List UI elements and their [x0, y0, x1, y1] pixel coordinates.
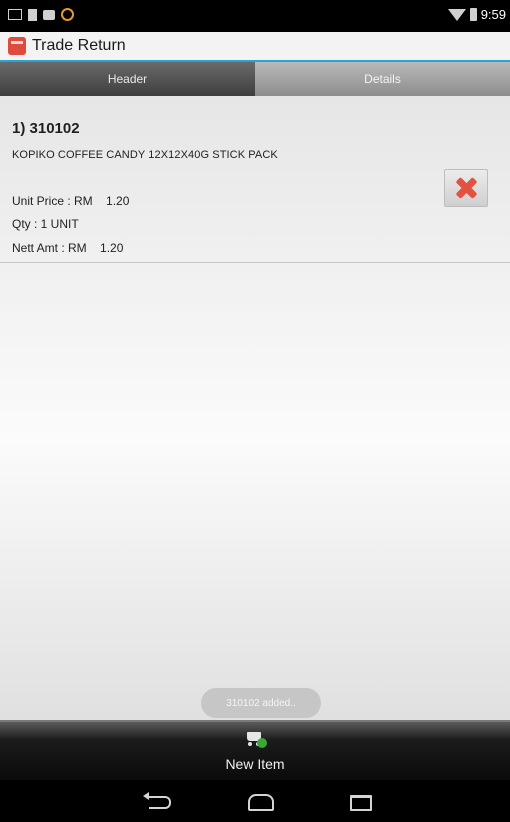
screenshot-icon [8, 9, 22, 20]
tab-header[interactable]: Header [0, 62, 255, 96]
bottom-action-bar: New Item [0, 720, 510, 782]
status-bar: 9:59 [0, 0, 510, 32]
app-icon [8, 37, 26, 55]
wifi-icon [447, 8, 466, 21]
system-icons: 9:59 [447, 7, 506, 22]
item-unit-price: Unit Price : RM 1.20 [12, 194, 130, 208]
list-item[interactable]: 1) 310102 KOPIKO COFFEE CANDY 12X12X40G … [0, 96, 510, 263]
home-icon [248, 794, 274, 811]
item-title: 1) 310102 [12, 120, 80, 137]
tab-details-label: Details [364, 72, 401, 86]
notification-icons [8, 8, 74, 21]
app-bar: Trade Return [0, 32, 510, 62]
tab-header-label: Header [107, 72, 148, 86]
tab-details[interactable]: Details [255, 62, 510, 96]
new-item-label: New Item [225, 756, 285, 772]
delete-item-button[interactable] [444, 169, 488, 207]
navigation-bar [0, 780, 510, 822]
item-qty: Qty : 1 UNIT [12, 217, 79, 231]
delete-x-icon [455, 177, 477, 199]
details-list: 1) 310102 KOPIKO COFFEE CANDY 12X12X40G … [0, 96, 510, 720]
app-title: Trade Return [32, 37, 126, 54]
coin-icon [61, 8, 74, 21]
status-time: 9:59 [480, 7, 506, 22]
toast-message: 310102 added.. [201, 688, 321, 718]
photo-icon [43, 9, 55, 20]
tab-bar: Header Details [0, 62, 510, 96]
back-icon [143, 792, 171, 809]
battery-icon [469, 8, 477, 21]
item-description: KOPIKO COFFEE CANDY 12X12X40G STICK PACK [12, 149, 278, 161]
item-nett-amt: Nett Amt : RM 1.20 [12, 241, 124, 255]
back-button[interactable] [143, 791, 175, 811]
home-button[interactable] [245, 791, 275, 811]
new-item-button[interactable]: New Item [205, 726, 305, 780]
add-cart-icon [245, 730, 267, 750]
toast-text: 310102 added.. [226, 697, 296, 709]
recents-button[interactable] [345, 791, 375, 811]
document-icon [28, 8, 37, 21]
recents-icon [350, 795, 372, 811]
